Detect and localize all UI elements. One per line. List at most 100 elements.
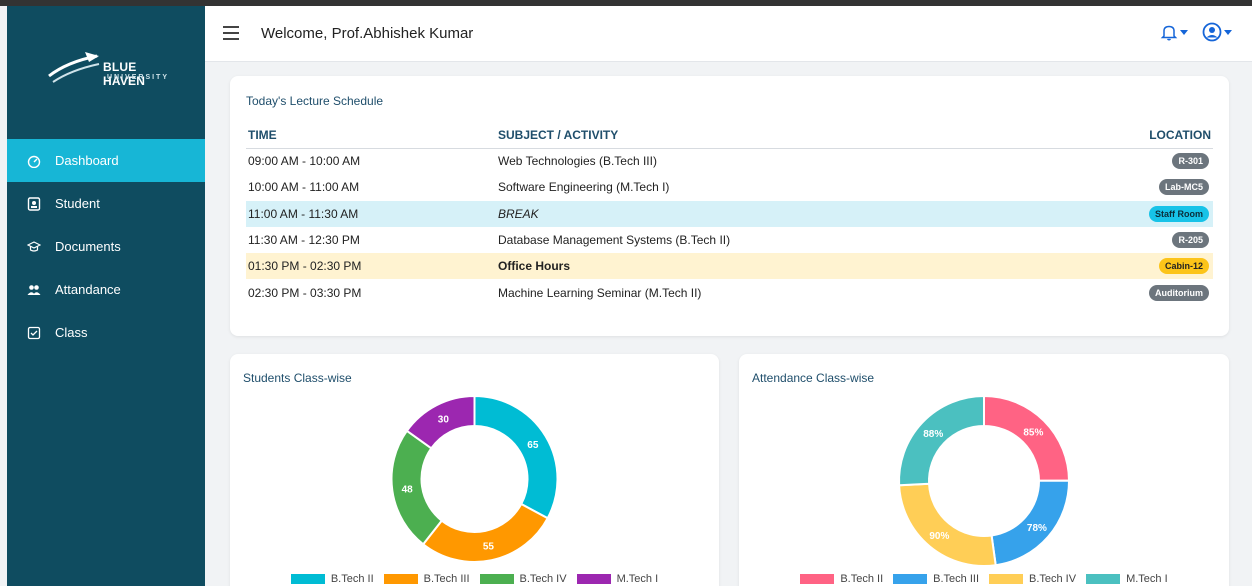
checklist-icon (27, 326, 41, 340)
graduation-cap-icon (27, 240, 41, 254)
row-subject: Machine Learning Seminar (M.Tech II) (498, 285, 702, 300)
sidebar-item-student[interactable]: Student (7, 182, 205, 225)
location-badge: R-301 (1172, 153, 1209, 170)
row-time: 01:30 PM - 02:30 PM (246, 253, 496, 280)
location-badge: Cabin-12 (1158, 258, 1209, 275)
table-row-break[interactable]: 11:00 AM - 11:30 AM BREAK Staff Room (246, 200, 1213, 227)
user-avatar-icon (1202, 22, 1222, 42)
chart-legend: B.Tech II B.Tech III B.Tech IV M.Tech I (230, 573, 719, 585)
menu-toggle-icon[interactable] (223, 26, 239, 40)
legend-swatch (479, 574, 514, 584)
legend-swatch (800, 574, 835, 584)
legend-label: B.Tech III (933, 573, 979, 585)
slice-data-label: 88% (923, 429, 943, 440)
legend-item[interactable]: B.Tech II (290, 573, 374, 585)
chevron-down-icon (1224, 29, 1232, 35)
row-subject: Database Management Systems (B.Tech II) (498, 233, 731, 248)
column-header-location: LOCATION (1056, 122, 1213, 149)
location-badge: Auditorium (1149, 284, 1209, 301)
donut-slice-m-tech-i[interactable] (898, 394, 985, 487)
row-subject: Office Hours (496, 253, 1057, 280)
logo-subtitle: UNIVERSITY (107, 74, 170, 81)
welcome-text: Welcome, Prof.Abhishek Kumar (261, 25, 474, 42)
legend-item[interactable]: B.Tech III (383, 573, 470, 585)
slice-data-label: 85% (1023, 427, 1043, 438)
legend-label: M.Tech I (1126, 573, 1168, 585)
user-menu-button[interactable] (1202, 22, 1232, 42)
legend-label: B.Tech II (330, 573, 374, 585)
sidebar: BLUE HAVEN UNIVERSITY Dashboard Student … (7, 6, 205, 586)
legend-swatch (290, 574, 325, 584)
legend-label: M.Tech I (616, 573, 659, 585)
header-actions (1160, 22, 1232, 42)
sidebar-item-attandance[interactable]: Attandance (7, 268, 205, 311)
schedule-table: TIME SUBJECT / ACTIVITY LOCATION 09:00 A… (246, 122, 1213, 306)
sidebar-item-label: Dashboard (55, 153, 119, 168)
university-logo[interactable]: BLUE HAVEN UNIVERSITY (47, 48, 177, 88)
row-time: 10:00 AM - 11:00 AM (248, 180, 360, 195)
legend-label: B.Tech IV (1029, 573, 1077, 585)
row-subject: BREAK (496, 200, 1057, 227)
sidebar-item-class[interactable]: Class (7, 311, 205, 354)
column-header-subject: SUBJECT / ACTIVITY (496, 122, 1057, 149)
legend-label: B.Tech IV (519, 573, 567, 585)
row-subject: Web Technologies (B.Tech III) (498, 154, 657, 169)
legend-swatch (576, 574, 611, 584)
dashboard-icon (27, 154, 41, 168)
users-icon (27, 283, 41, 297)
bell-icon (1160, 25, 1178, 41)
slice-data-label: 90% (929, 531, 949, 542)
donut-slice-b-tech-ii[interactable] (473, 394, 559, 520)
column-header-time: TIME (246, 122, 496, 149)
slice-data-label: 65 (527, 440, 539, 451)
donut-slice-b-tech-iv[interactable] (898, 482, 997, 567)
table-row[interactable]: 02:30 PM - 03:30 PM Machine Learning Sem… (246, 279, 1213, 305)
chart-legend: B.Tech II B.Tech III B.Tech IV M.Tech I (739, 573, 1229, 585)
slice-data-label: 55 (483, 542, 495, 553)
attendance-chart-card: Attendance Class-wise 85% 78% 90% 88% B.Tec… (739, 354, 1229, 586)
row-subject: Software Engineering (M.Tech I) (498, 180, 670, 195)
table-row-office-hours[interactable]: 01:30 PM - 02:30 PM Office Hours Cabin-1… (246, 253, 1213, 280)
row-time: 09:00 AM - 10:00 AM (248, 154, 361, 169)
legend-swatch (383, 574, 418, 584)
schedule-title: Today's Lecture Schedule (246, 94, 384, 108)
legend-swatch (989, 574, 1023, 584)
donut-slice-b-tech-iii[interactable] (421, 502, 550, 563)
legend-item[interactable]: B.Tech IV (989, 573, 1076, 585)
location-badge: Staff Room (1149, 205, 1209, 222)
legend-item[interactable]: B.Tech IV (479, 573, 567, 585)
sidebar-item-label: Class (55, 325, 88, 340)
table-row[interactable]: 10:00 AM - 11:00 AM Software Engineering… (246, 174, 1213, 200)
students-donut-chart: 65 55 48 30 (390, 394, 559, 563)
slice-data-label: 30 (438, 415, 450, 426)
location-badge: R-205 (1172, 232, 1209, 249)
students-chart-card: Students Class-wise 65 55 48 30 B.Tech II B… (230, 354, 719, 586)
sidebar-item-label: Attandance (55, 282, 121, 297)
sidebar-item-documents[interactable]: Documents (7, 225, 205, 268)
table-row[interactable]: 11:30 AM - 12:30 PM Database Management … (246, 227, 1213, 253)
row-time: 02:30 PM - 03:30 PM (248, 285, 362, 300)
legend-item[interactable]: M.Tech I (1086, 573, 1168, 585)
slice-data-label: 78% (1027, 523, 1047, 534)
chevron-down-icon (1180, 29, 1188, 35)
legend-item[interactable]: B.Tech III (893, 573, 979, 585)
legend-swatch (1086, 574, 1121, 584)
slice-data-label: 48 (402, 485, 414, 496)
legend-swatch (893, 574, 928, 584)
table-row[interactable]: 09:00 AM - 10:00 AM Web Technologies (B.… (246, 148, 1213, 174)
row-time: 11:30 AM - 12:30 PM (248, 233, 360, 248)
donut-slice-b-tech-iv[interactable] (390, 429, 444, 546)
table-header-row: TIME SUBJECT / ACTIVITY LOCATION (246, 122, 1213, 149)
attendance-donut-chart: 85% 78% 90% 88% (898, 394, 1071, 567)
notifications-button[interactable] (1160, 23, 1188, 41)
sidebar-item-dashboard[interactable]: Dashboard (7, 139, 205, 182)
lecture-schedule-card: Today's Lecture Schedule TIME SUBJECT / … (230, 76, 1229, 336)
sidebar-item-label: Documents (55, 239, 121, 254)
sidebar-nav: Dashboard Student Documents Attandance C… (7, 139, 205, 354)
row-time: 11:00 AM - 11:30 AM (246, 200, 496, 227)
legend-item[interactable]: B.Tech II (800, 573, 883, 585)
location-badge: Lab-MC5 (1159, 179, 1209, 196)
sidebar-item-label: Student (55, 196, 100, 211)
logo-swoosh-icon (48, 52, 100, 83)
legend-item[interactable]: M.Tech I (576, 573, 659, 585)
